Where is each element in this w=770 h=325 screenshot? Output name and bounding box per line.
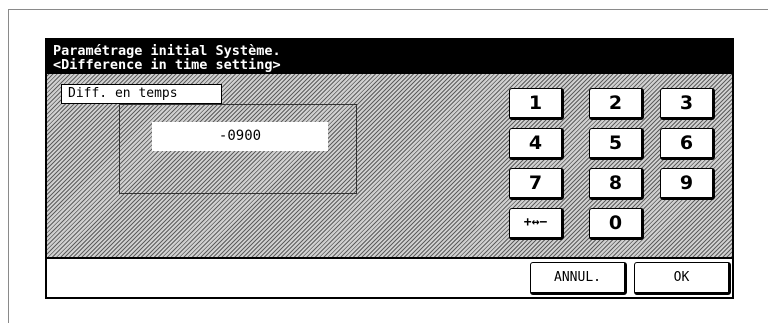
bottom-bar: ANNUL. OK — [47, 259, 732, 297]
content-area: Diff. en temps -0900 1 2 3 4 5 6 7 8 9 +… — [47, 74, 732, 259]
time-difference-value[interactable]: -0900 — [152, 122, 328, 151]
title-line-2: <Difference in time setting> — [53, 57, 281, 73]
key-9[interactable]: 9 — [660, 168, 715, 200]
key-5[interactable]: 5 — [589, 128, 644, 160]
title-bar: Paramétrage initial Système. <Difference… — [47, 40, 732, 74]
key-1[interactable]: 1 — [509, 88, 564, 120]
ok-button[interactable]: OK — [634, 262, 731, 295]
title-line-1: Paramétrage initial Système. — [53, 43, 281, 59]
panel-screen: Paramétrage initial Système. <Difference… — [45, 38, 734, 299]
key-3[interactable]: 3 — [660, 88, 715, 120]
key-0[interactable]: 0 — [589, 208, 644, 240]
key-8[interactable]: 8 — [589, 168, 644, 200]
key-6[interactable]: 6 — [660, 128, 715, 160]
key-7[interactable]: 7 — [509, 168, 564, 200]
key-4[interactable]: 4 — [509, 128, 564, 160]
sign-toggle-key[interactable]: +↔− — [509, 208, 564, 240]
time-difference-label: Diff. en temps — [61, 84, 222, 104]
key-2[interactable]: 2 — [589, 88, 644, 120]
cancel-button[interactable]: ANNUL. — [530, 262, 627, 295]
